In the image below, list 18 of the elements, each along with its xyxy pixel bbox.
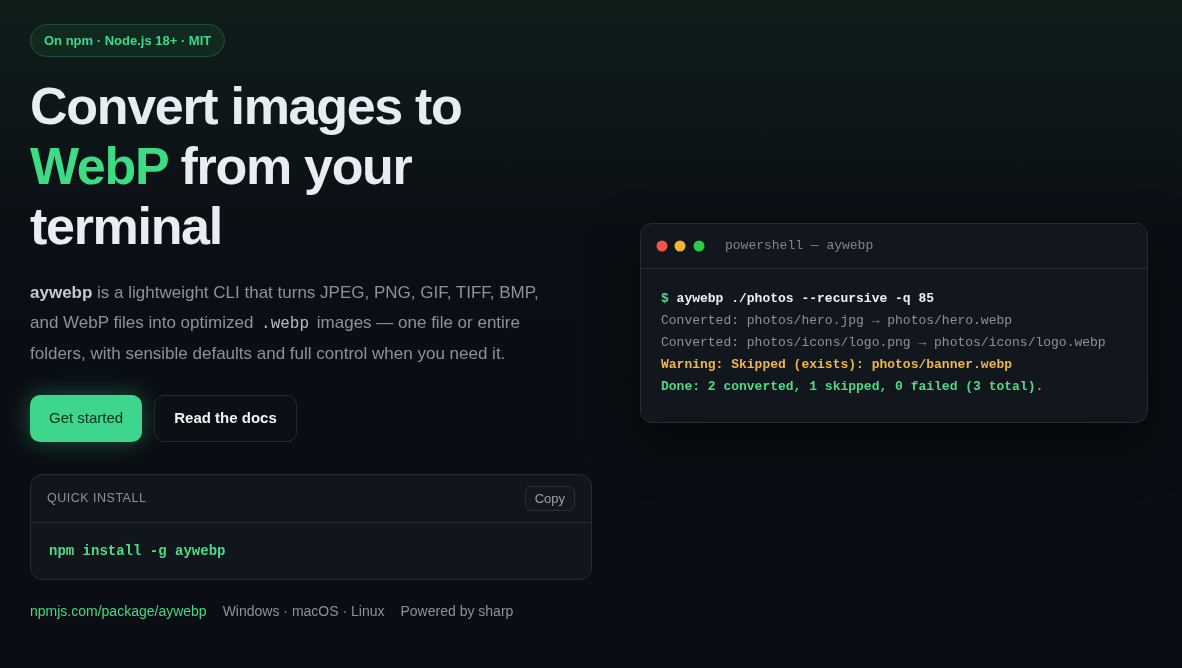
footer-note: Windows · macOS · Linux bbox=[222, 602, 385, 621]
window-controls-icon bbox=[656, 239, 705, 252]
terminal-line: Converted: photos/icons/logo.png → photos/icons/logo.webp bbox=[661, 333, 1106, 352]
terminal-title: powershell — aywebp bbox=[725, 236, 874, 255]
hero-description: aywebp is a lightweight CLI that turns JPEG, PNG, GIF, TIFF, BMP, and WebP files into optimized .webp images — one file or entire folders, with sensible defaults and full control when you need it. bbox=[30, 282, 540, 365]
terminal-line: Done: 2 converted, 1 skipped, 0 failed (3 total). bbox=[661, 377, 1044, 396]
terminal-line: Converted: photos/hero.jpg → photos/hero.webp bbox=[661, 311, 1013, 330]
package-link[interactable]: npmjs.com/package/aywebp bbox=[30, 601, 207, 621]
copy-button[interactable]: Copy bbox=[524, 486, 575, 511]
terminal-line: Warning: Skipped (exists): photos/banner.webp bbox=[661, 355, 1013, 374]
terminal-line: $ aywebp ./photos --recursive -q 85 bbox=[661, 289, 935, 308]
info-badge: On npm · Node.js 18+ · MIT bbox=[30, 24, 226, 57]
card-title: QUICK INSTALL bbox=[47, 490, 147, 508]
primary-button[interactable]: Get started bbox=[30, 395, 143, 442]
footer-note: Powered by sharp bbox=[400, 602, 514, 621]
hero-heading: Convert images to WebP from your terminal bbox=[30, 76, 463, 256]
secondary-button[interactable]: Read the docs bbox=[154, 395, 297, 442]
install-command: npm install -g aywebp bbox=[49, 541, 226, 561]
